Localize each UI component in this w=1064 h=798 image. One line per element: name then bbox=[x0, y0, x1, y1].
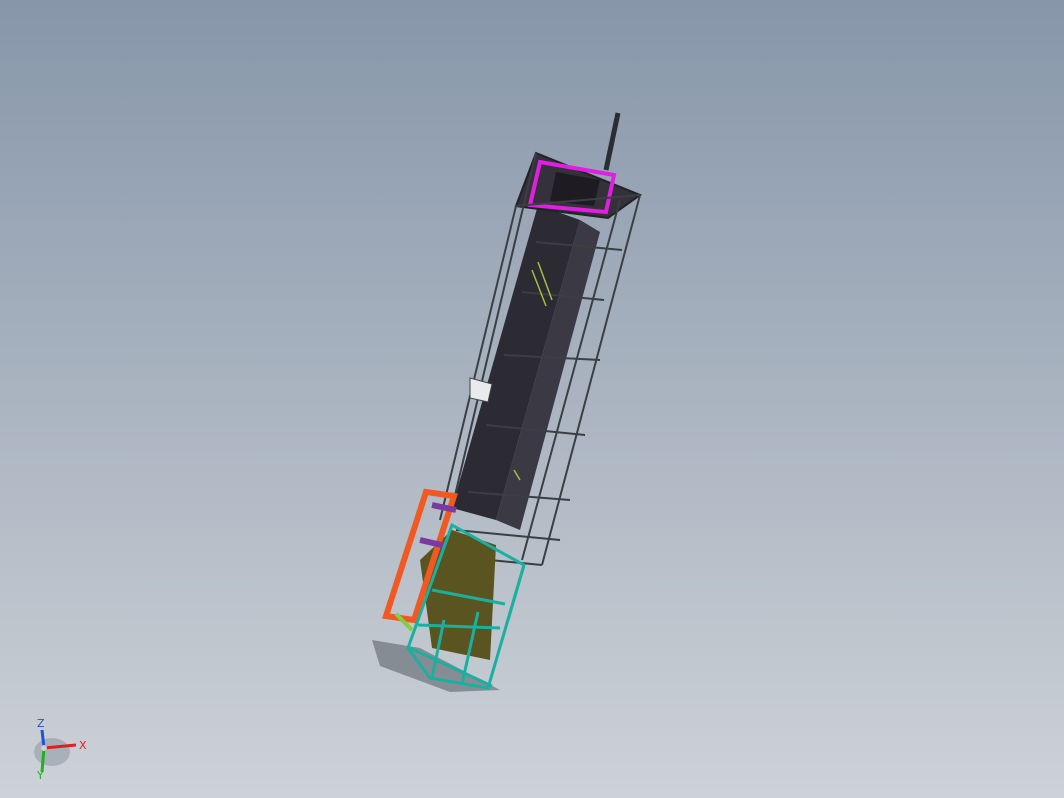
triad-y-label: Y bbox=[37, 769, 44, 782]
triad-origin bbox=[41, 745, 47, 751]
viewport-canvas[interactable] bbox=[0, 0, 1064, 798]
3d-viewport[interactable]: X Y Z bbox=[0, 0, 1064, 798]
triad-shadow bbox=[34, 738, 70, 766]
triad-z-label: Z bbox=[37, 717, 45, 730]
triad-x-label: X bbox=[79, 739, 87, 752]
